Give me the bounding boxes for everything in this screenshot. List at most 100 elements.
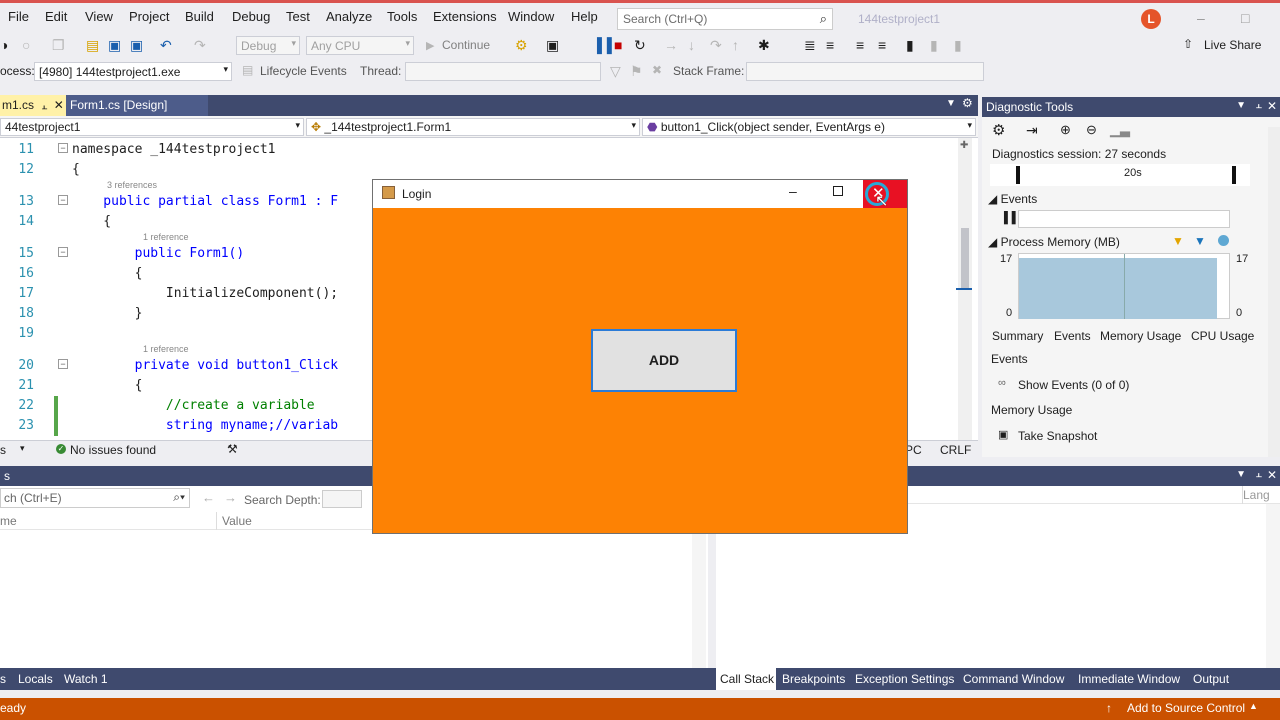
- tab-summary[interactable]: Summary: [992, 329, 1043, 343]
- search-icon[interactable]: ⌕▾: [173, 490, 185, 505]
- codelens-references[interactable]: 1 reference: [143, 232, 189, 242]
- redo-icon[interactable]: ↷: [194, 37, 206, 54]
- back-icon[interactable]: ◑: [0, 37, 8, 53]
- hide-icon[interactable]: ✖: [652, 63, 662, 77]
- column-divider[interactable]: [216, 512, 217, 530]
- vertical-scrollbar[interactable]: [1268, 127, 1280, 457]
- timeline-end-handle[interactable]: [1232, 166, 1236, 184]
- bookmark-next-icon[interactable]: ▮: [954, 37, 962, 54]
- menu-view[interactable]: View: [85, 9, 113, 24]
- add-button[interactable]: ADD: [591, 329, 737, 392]
- member-dropdown[interactable]: ⬣ button1_Click(object sender, EventArgs…: [642, 118, 976, 136]
- lifecycle-events-button[interactable]: Lifecycle Events: [260, 64, 347, 78]
- project-dropdown[interactable]: 44testproject1 ▾: [0, 118, 304, 136]
- show-next-icon[interactable]: →: [664, 37, 678, 53]
- save-all-icon[interactable]: ▣: [130, 37, 143, 54]
- step-out-icon[interactable]: ↑: [732, 37, 739, 53]
- tab-immediate-window[interactable]: Immediate Window: [1078, 672, 1180, 686]
- undo-icon[interactable]: ↶: [160, 37, 172, 54]
- dropdown-icon[interactable]: ▼: [1236, 100, 1246, 111]
- tab-command-window[interactable]: Command Window: [963, 672, 1064, 686]
- bookmark-icon[interactable]: ▮: [906, 37, 914, 54]
- vertical-scrollbar[interactable]: [1266, 504, 1280, 668]
- close-icon[interactable]: ✕: [1267, 99, 1277, 113]
- split-icon[interactable]: ✚: [960, 140, 968, 151]
- tab-watch-1[interactable]: Watch 1: [64, 672, 108, 686]
- new-item-icon[interactable]: ❐: [52, 37, 65, 54]
- screenshot-icon[interactable]: ▣: [546, 37, 559, 54]
- scrollbar-thumb[interactable]: [961, 228, 969, 288]
- vertical-scrollbar[interactable]: ✚: [956, 138, 972, 440]
- restart-icon[interactable]: ↻: [634, 37, 646, 54]
- close-icon[interactable]: ✕: [1267, 468, 1277, 482]
- login-title-bar[interactable]: Login – ✕ ↖: [373, 180, 907, 210]
- zoom-level[interactable]: s: [0, 443, 6, 457]
- back-icon[interactable]: ←: [202, 490, 215, 505]
- menu-project[interactable]: Project: [129, 9, 169, 24]
- save-icon[interactable]: ▣: [108, 37, 121, 54]
- hot-reload-icon[interactable]: ✱: [758, 37, 770, 54]
- tab-breakpoints[interactable]: Breakpoints: [782, 672, 845, 686]
- menu-test[interactable]: Test: [286, 9, 310, 24]
- add-to-source-control[interactable]: Add to Source Control: [1127, 701, 1245, 715]
- open-folder-icon[interactable]: ▤: [86, 37, 99, 54]
- menu-debug[interactable]: Debug: [232, 9, 270, 24]
- column-language[interactable]: Lang: [1243, 488, 1270, 502]
- menu-help[interactable]: Help: [571, 9, 598, 24]
- locals-search-input[interactable]: ch (Ctrl+E) ⌕▾: [0, 488, 190, 508]
- tab-dropdown-icon[interactable]: ▼: [946, 98, 956, 109]
- cleanup-icon[interactable]: ⚒: [227, 442, 238, 456]
- login-close-button[interactable]: ✕ ↖: [863, 180, 907, 210]
- stack-frame-dropdown[interactable]: [746, 62, 984, 81]
- filter-icon[interactable]: ▽: [610, 63, 621, 80]
- maximize-icon[interactable]: [833, 186, 843, 196]
- gear-icon[interactable]: ⚙: [962, 96, 973, 110]
- forward-icon[interactable]: →: [224, 490, 237, 505]
- timeline[interactable]: 20s: [990, 164, 1250, 186]
- menu-file[interactable]: File: [8, 9, 29, 24]
- menu-analyze[interactable]: Analyze: [326, 9, 372, 24]
- menu-window[interactable]: Window: [508, 9, 554, 24]
- class-dropdown[interactable]: ✥ _144testproject1.Form1 ▾: [306, 118, 640, 136]
- tab-exception-settings[interactable]: Exception Settings: [855, 672, 954, 686]
- forward-icon[interactable]: ○: [22, 37, 30, 53]
- stop-icon[interactable]: ■: [614, 37, 622, 53]
- close-icon[interactable]: ✕: [54, 98, 64, 112]
- issues-status[interactable]: No issues found: [70, 443, 156, 457]
- timeline-start-handle[interactable]: [1016, 166, 1020, 184]
- attach-icon[interactable]: ⚙: [515, 37, 528, 54]
- comment-icon[interactable]: ≡: [856, 37, 864, 53]
- line-ending-status[interactable]: CRLF: [940, 443, 971, 457]
- settings-icon[interactable]: ⚙: [992, 121, 1005, 139]
- minimize-icon[interactable]: –: [789, 183, 797, 199]
- menu-extensions[interactable]: Extensions: [433, 9, 497, 24]
- login-window[interactable]: Login – ✕ ↖ ADD: [372, 179, 908, 534]
- platform-dropdown[interactable]: Any CPU ▾: [306, 36, 414, 55]
- config-dropdown[interactable]: Debug ▾: [236, 36, 300, 55]
- collapse-icon[interactable]: −: [58, 195, 68, 205]
- collapse-icon[interactable]: −: [58, 359, 68, 369]
- chart-icon[interactable]: ▁▃: [1110, 122, 1130, 138]
- pause-icon[interactable]: ▐▐: [592, 37, 612, 53]
- zoom-in-icon[interactable]: ⊕: [1060, 122, 1071, 138]
- restore-icon[interactable]: □: [1241, 10, 1249, 26]
- column-value[interactable]: Value: [222, 514, 252, 528]
- step-into-icon[interactable]: ↓: [688, 37, 695, 53]
- tab-locals[interactable]: Locals: [18, 672, 53, 686]
- pin-icon[interactable]: ⫠: [1255, 468, 1262, 481]
- show-events-link[interactable]: Show Events (0 of 0): [1018, 378, 1129, 392]
- dropdown-icon[interactable]: ▼: [1236, 469, 1246, 480]
- uncomment-icon[interactable]: ≡: [878, 37, 886, 53]
- minimize-icon[interactable]: –: [1197, 10, 1205, 26]
- bookmark-prev-icon[interactable]: ▮: [930, 37, 938, 54]
- search-input[interactable]: Search (Ctrl+Q) ⌕: [617, 8, 833, 30]
- step-over-icon[interactable]: ↷: [710, 37, 722, 54]
- toggle-flag-icon[interactable]: ⚑: [630, 63, 643, 80]
- codelens-references[interactable]: 3 references: [107, 180, 157, 190]
- tab-form1-cs[interactable]: m1.cs ⫠ ✕: [0, 95, 66, 116]
- thread-dropdown[interactable]: [405, 62, 601, 81]
- toolbar-icon[interactable]: ≡: [826, 37, 834, 53]
- export-icon[interactable]: ⇥: [1026, 122, 1038, 139]
- tab-call-stack[interactable]: Call Stack: [720, 672, 774, 686]
- tab-output[interactable]: Output: [1193, 672, 1229, 686]
